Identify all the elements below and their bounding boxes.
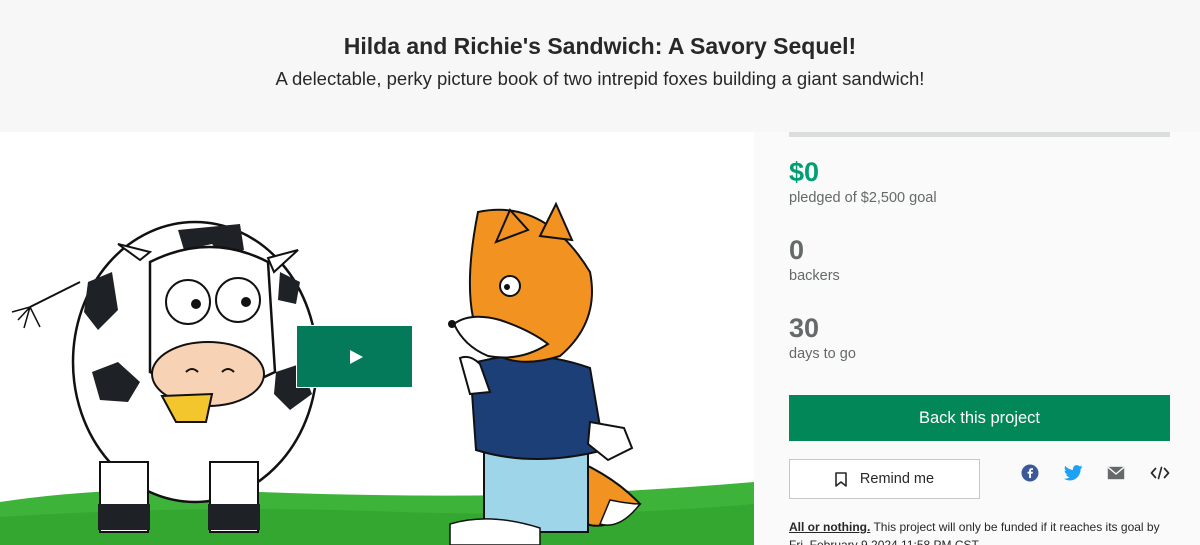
play-button[interactable] [296, 325, 413, 388]
play-icon [349, 349, 363, 364]
remind-me-button[interactable]: Remind me [789, 459, 980, 499]
backers-count: 0 [789, 235, 805, 265]
pledged-label: pledged of $2,500 goal [789, 190, 937, 206]
embed-icon[interactable] [1149, 462, 1171, 484]
funding-progress-bar [789, 132, 1170, 137]
funding-note: All or nothing. This project will only b… [789, 518, 1170, 545]
twitter-icon[interactable] [1062, 462, 1084, 484]
project-video[interactable] [0, 132, 754, 545]
project-header: Hilda and Richie's Sandwich: A Savory Se… [0, 0, 1200, 132]
remind-me-label: Remind me [859, 471, 935, 487]
project-subtitle: A delectable, perky picture book of two … [275, 68, 925, 89]
facebook-icon[interactable] [1019, 462, 1041, 484]
days-count: 30 [789, 313, 820, 343]
backers-stat: 0 backers [789, 234, 840, 286]
days-stat: 30 days to go [789, 312, 856, 364]
campaign-sidebar: $0 pledged of $2,500 goal 0 backers 30 d… [789, 132, 1170, 545]
days-label: days to go [789, 346, 856, 362]
pledged-amount: $0 [789, 157, 820, 187]
back-project-button[interactable]: Back this project [789, 395, 1170, 441]
email-icon[interactable] [1105, 462, 1127, 484]
project-title: Hilda and Richie's Sandwich: A Savory Se… [343, 33, 857, 59]
all-or-nothing-link[interactable]: All or nothing. [789, 520, 870, 534]
pledged-stat: $0 pledged of $2,500 goal [789, 156, 937, 208]
bookmark-icon [835, 471, 847, 487]
backers-label: backers [789, 268, 840, 284]
